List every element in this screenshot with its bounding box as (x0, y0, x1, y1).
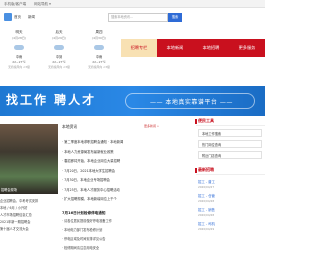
home-link[interactable]: 首页 (14, 15, 21, 20)
job-item[interactable]: 招工 - 普工 2020/04/27 (198, 179, 265, 189)
job-date: 2020/04/28 (198, 213, 215, 217)
news-item[interactable]: · 7月20日，2021本地大学生招聘会 (62, 167, 192, 177)
job-date: 2020/04/29 (198, 227, 215, 231)
list-item[interactable]: 本地 / 6月 / 小升初 (0, 205, 64, 212)
rain-cloud-icon (13, 43, 25, 51)
job-title[interactable]: 招工 - 司机 (198, 221, 265, 226)
news-item[interactable]: · 第二季度本地求职招聘会通知 · 本地新闻 (62, 138, 192, 148)
notice-item[interactable]: · 请各位居民提前做好停电准备工作 (62, 217, 192, 226)
recruit-banner[interactable]: 找工作 聘人才 —— 本地真实靠谱平台 —— (0, 86, 265, 116)
tab-local-news[interactable]: 本地新闻 (157, 39, 193, 57)
photo-caption: 招聘会现场 (1, 188, 17, 192)
weather-day-label: 明天 (15, 30, 23, 34)
mobile-app-link[interactable]: 手机版/客户端 (4, 2, 26, 7)
notice-section: 7月16日计划检修停电通知 · 请各位居民提前做好停电准备工作 · 本地电力部门… (62, 209, 192, 253)
news-header: 本地资讯 更多新闻 » (62, 124, 192, 132)
news-item[interactable]: · 7月25日，本地人才服务中心招聘活动 (62, 186, 192, 196)
job-item[interactable]: 招工 - 仓管 2020/04/28 (198, 193, 265, 203)
tab-recruit-column[interactable]: 招聘专栏 (121, 39, 157, 57)
weather-condition: 中雨 (95, 55, 103, 59)
job-date: 2020/04/27 (198, 185, 215, 189)
featured-photo[interactable]: 招聘会现场 (0, 124, 58, 194)
site-nav-link[interactable]: 网站导航 ▾ (34, 2, 51, 7)
news-list: · 第二季度本地求职招聘会通知 · 本地新闻 · 本地人力资源局发布最新就业政策… (62, 138, 192, 205)
search-row: 首页 新闻 搜索本地资讯... 搜索 (0, 11, 265, 25)
weather-condition: 中到 (55, 55, 63, 59)
job-title[interactable]: 招工 - 仓管 (198, 193, 265, 198)
top-bar: 手机版/客户端 网站导航 ▾ (0, 0, 265, 8)
tool-item[interactable]: 热门岗位查询 (198, 140, 262, 148)
tool-item[interactable]: 本地工作搜索 (198, 129, 262, 137)
weather-wind: 无持续风向 <3级 (88, 65, 110, 69)
tools-heading: 便民工具 (195, 116, 265, 126)
search-input[interactable]: 搜索本地资讯... (108, 13, 168, 22)
list-item[interactable]: 第十届人才交流大会 (0, 226, 64, 233)
weather-temp: 22~27℃ (52, 60, 66, 64)
weather-condition: 中雨 (15, 55, 23, 59)
jobs-heading: 最新招聘 (195, 165, 265, 175)
weather-date: (4月28日) (11, 36, 27, 40)
tab-local-jobs[interactable]: 本地招聘 (193, 39, 229, 57)
more-news-link[interactable]: 更多新闻 » (144, 124, 159, 128)
site-logo[interactable] (4, 13, 12, 21)
list-item[interactable]: 企业招聘会，中考考试安排 (0, 198, 64, 205)
notice-item[interactable]: · 检修期间请注意用电安全 (62, 244, 192, 253)
news-section-title: 本地资讯 (62, 124, 78, 129)
job-item[interactable]: 招工 - 销售 2020/04/28 (198, 207, 265, 217)
nav-sub-area (121, 58, 265, 76)
search-button[interactable]: 搜索 (168, 13, 182, 22)
weather-day-label: 后天 (55, 30, 63, 34)
weather-date: (4月30日) (91, 36, 107, 40)
weather-wind: 无持续风向 <3级 (8, 65, 30, 69)
tool-item[interactable]: 附近门店查询 (198, 151, 262, 159)
list-item[interactable]: 人才市场招聘信息汇总 (0, 212, 64, 219)
notice-item[interactable]: · 停电区域及时间安排详见公告 (62, 235, 192, 244)
tab-more-services[interactable]: 更多服务 (229, 39, 265, 57)
side-panel: 便民工具 本地工作搜索 热门岗位查询 附近门店查询 最新招聘 招工 - 普工 2… (195, 116, 265, 231)
news-item[interactable]: · 7月30日，本地企业专场招聘会 (62, 176, 192, 186)
notice-item[interactable]: · 本地电力部门发布检修计划 (62, 226, 192, 235)
weather-temp: 22~27℃ (92, 60, 106, 64)
weather-day-label: 周四 (95, 30, 103, 34)
news-link[interactable]: 新闻 (28, 15, 35, 20)
rain-cloud-icon (53, 43, 65, 51)
weather-temp: 22~27℃ (12, 60, 26, 64)
news-item[interactable]: · 扩大招聘规模，本地新增岗位上千个 (62, 195, 192, 205)
job-title[interactable]: 招工 - 销售 (198, 207, 265, 212)
left-news-list: 企业招聘会，中考考试安排 本地 / 6月 / 小升初 人才市场招聘信息汇总 20… (0, 198, 64, 233)
job-title[interactable]: 招工 - 普工 (198, 179, 265, 184)
notice-heading[interactable]: 7月16日计划检修停电通知 (62, 209, 192, 217)
weather-wind: 无持续风向 <3级 (48, 65, 70, 69)
weather-day-2: 后天 (4月29日) 中到 22~27℃ 无持续风向 <3级 (40, 28, 78, 76)
weather-day-3: 周四 (4月30日) 中雨 22~27℃ 无持续风向 <3级 (80, 28, 118, 76)
banner-title: 找工作 聘人才 (6, 93, 97, 107)
news-item[interactable]: · 本地人力资源局发布最新就业政策 (62, 148, 192, 158)
job-date: 2020/04/28 (198, 199, 215, 203)
job-item[interactable]: 招工 - 司机 2020/04/29 (198, 221, 265, 231)
weather-widget: 明天 (4月28日) 中雨 22~27℃ 无持续风向 <3级 后天 (4月29日… (0, 28, 118, 76)
weather-day-1: 明天 (4月28日) 中雨 22~27℃ 无持续风向 <3级 (0, 28, 38, 76)
weather-date: (4月29日) (51, 36, 67, 40)
rain-cloud-icon (93, 43, 105, 51)
news-item[interactable]: · 春招即将开始，本地企业岗位大量招聘 (62, 157, 192, 167)
main-nav: 招聘专栏 本地新闻 本地招聘 更多服务 (121, 39, 265, 57)
banner-tagline: —— 本地真实靠谱平台 —— (150, 99, 233, 106)
list-item[interactable]: 2021年新一期招聘会 (0, 219, 64, 226)
